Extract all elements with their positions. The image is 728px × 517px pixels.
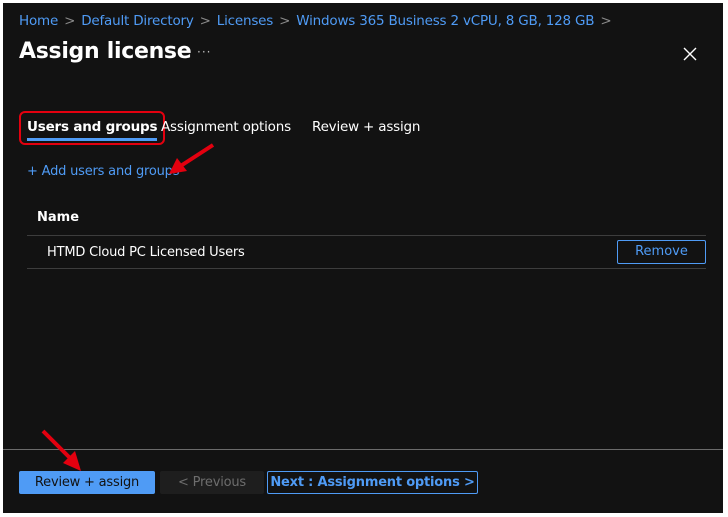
close-icon[interactable]: [681, 45, 699, 63]
assign-license-panel: Home > Default Directory > Licenses > Windows …: [3, 3, 723, 513]
chevron-right-icon: >: [64, 13, 76, 29]
tab-review-assign[interactable]: Review + assign: [312, 119, 420, 135]
chevron-right-icon: >: [279, 13, 291, 29]
more-options-icon[interactable]: ···: [197, 45, 211, 59]
chevron-right-icon: >: [600, 13, 612, 29]
table-row: HTMD Cloud PC Licensed Users Remove: [27, 236, 706, 269]
active-tab-indicator: [27, 138, 158, 141]
row-name: HTMD Cloud PC Licensed Users: [47, 244, 245, 260]
annotation-arrow-icon: [41, 429, 81, 471]
breadcrumb-default-directory[interactable]: Default Directory: [81, 13, 194, 29]
breadcrumb-licenses[interactable]: Licenses: [217, 13, 274, 29]
add-users-and-groups-link[interactable]: + Add users and groups: [27, 164, 180, 179]
assignments-table: Name HTMD Cloud PC Licensed Users Remove: [27, 203, 706, 269]
chevron-right-icon: >: [199, 13, 211, 29]
tab-users-and-groups[interactable]: Users and groups: [19, 111, 166, 145]
tab-label: Users and groups: [27, 119, 158, 135]
remove-button[interactable]: Remove: [617, 240, 706, 264]
page-title: Assign license: [19, 39, 192, 64]
breadcrumb: Home > Default Directory > Licenses > Windows …: [19, 13, 617, 29]
previous-button[interactable]: < Previous: [160, 471, 264, 494]
breadcrumb-license-sku[interactable]: Windows 365 Business 2 vCPU, 8 GB, 128 G…: [296, 13, 594, 29]
footer-divider: [3, 449, 723, 450]
breadcrumb-home[interactable]: Home: [19, 13, 58, 29]
column-header-name: Name: [27, 203, 706, 236]
next-button[interactable]: Next : Assignment options >: [267, 471, 478, 494]
tab-assignment-options[interactable]: Assignment options: [161, 119, 291, 135]
review-assign-button[interactable]: Review + assign: [19, 471, 155, 494]
